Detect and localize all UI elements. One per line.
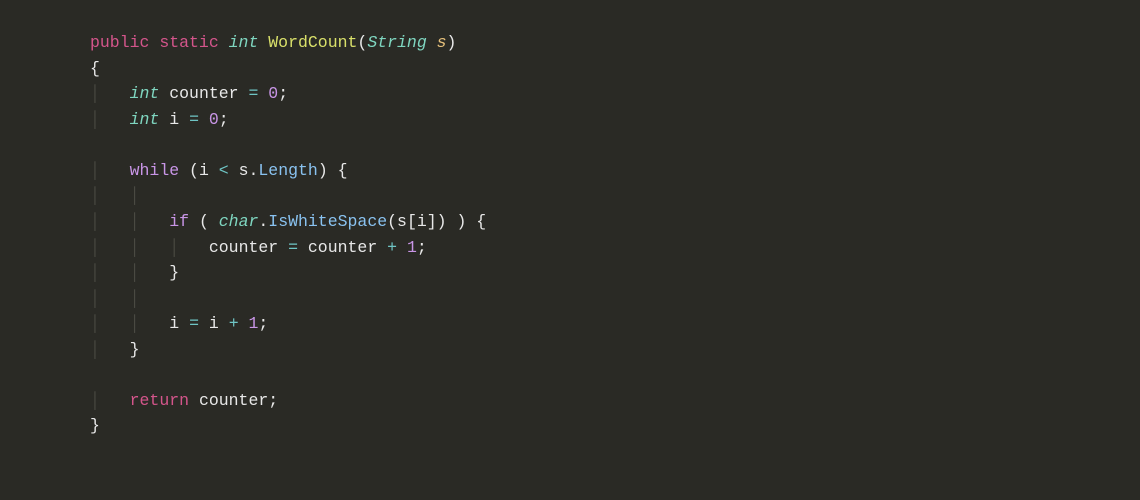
op-assign: =: [248, 84, 258, 103]
type-int: int: [229, 33, 259, 52]
indent-guide: │: [130, 238, 140, 257]
type-string: String: [367, 33, 426, 52]
literal-one: 1: [249, 314, 259, 333]
indent-guide: │: [130, 263, 140, 282]
paren-close: ): [456, 212, 466, 231]
indent-guide: │: [130, 314, 140, 333]
semicolon: ;: [268, 391, 278, 410]
bracket-close: ]: [427, 212, 437, 231]
var-i: i: [417, 212, 427, 231]
function-name: WordCount: [268, 33, 357, 52]
code-editor: public static int WordCount(String s) { …: [90, 30, 1140, 439]
method-iswhitespace: IsWhiteSpace: [268, 212, 387, 231]
var-i: i: [169, 314, 179, 333]
var-counter: counter: [169, 84, 238, 103]
keyword-public: public: [90, 33, 149, 52]
keyword-if: if: [169, 212, 189, 231]
bracket-open: [: [407, 212, 417, 231]
indent-guide: │: [90, 238, 100, 257]
type-int: int: [130, 84, 160, 103]
indent-guide: │: [90, 186, 100, 205]
param-s: s: [437, 33, 447, 52]
indent-guide: │: [130, 212, 140, 231]
paren-open: (: [189, 161, 199, 180]
dot: .: [248, 161, 258, 180]
indent-guide: │: [90, 161, 100, 180]
prop-length: Length: [258, 161, 317, 180]
indent-guide: │: [90, 110, 100, 129]
paren-open: (: [387, 212, 397, 231]
brace-open: {: [90, 59, 100, 78]
brace-close: }: [130, 340, 140, 359]
paren-close: ): [447, 33, 457, 52]
indent-guide: │: [90, 314, 100, 333]
indent-guide: │: [90, 391, 100, 410]
semicolon: ;: [219, 110, 229, 129]
paren-open: (: [357, 33, 367, 52]
literal-zero: 0: [209, 110, 219, 129]
type-char: char: [219, 212, 259, 231]
brace-close: }: [90, 416, 100, 435]
literal-one: 1: [407, 238, 417, 257]
op-assign: =: [189, 110, 199, 129]
indent-guide: │: [90, 84, 100, 103]
indent-guide: │: [90, 212, 100, 231]
paren-close: ): [318, 161, 328, 180]
var-i: i: [209, 314, 219, 333]
var-s: s: [239, 161, 249, 180]
indent-guide: │: [130, 186, 140, 205]
dot: .: [258, 212, 268, 231]
keyword-while: while: [130, 161, 180, 180]
literal-zero: 0: [268, 84, 278, 103]
indent-guide: │: [90, 289, 100, 308]
var-s: s: [397, 212, 407, 231]
paren-open: (: [199, 212, 209, 231]
semicolon: ;: [278, 84, 288, 103]
type-int: int: [130, 110, 160, 129]
indent-guide: │: [169, 238, 179, 257]
var-counter: counter: [209, 238, 278, 257]
op-assign: =: [288, 238, 298, 257]
indent-guide: │: [130, 289, 140, 308]
var-counter: counter: [199, 391, 268, 410]
paren-close: ): [437, 212, 447, 231]
var-i: i: [169, 110, 179, 129]
var-i: i: [199, 161, 209, 180]
op-assign: =: [189, 314, 199, 333]
brace-close: }: [169, 263, 179, 282]
op-plus: +: [229, 314, 239, 333]
op-plus: +: [387, 238, 397, 257]
semicolon: ;: [258, 314, 268, 333]
op-lt: <: [219, 161, 229, 180]
var-counter: counter: [308, 238, 377, 257]
indent-guide: │: [90, 340, 100, 359]
brace-open: {: [338, 161, 348, 180]
indent-guide: │: [90, 263, 100, 282]
semicolon: ;: [417, 238, 427, 257]
keyword-return: return: [130, 391, 189, 410]
keyword-static: static: [159, 33, 218, 52]
brace-open: {: [476, 212, 486, 231]
